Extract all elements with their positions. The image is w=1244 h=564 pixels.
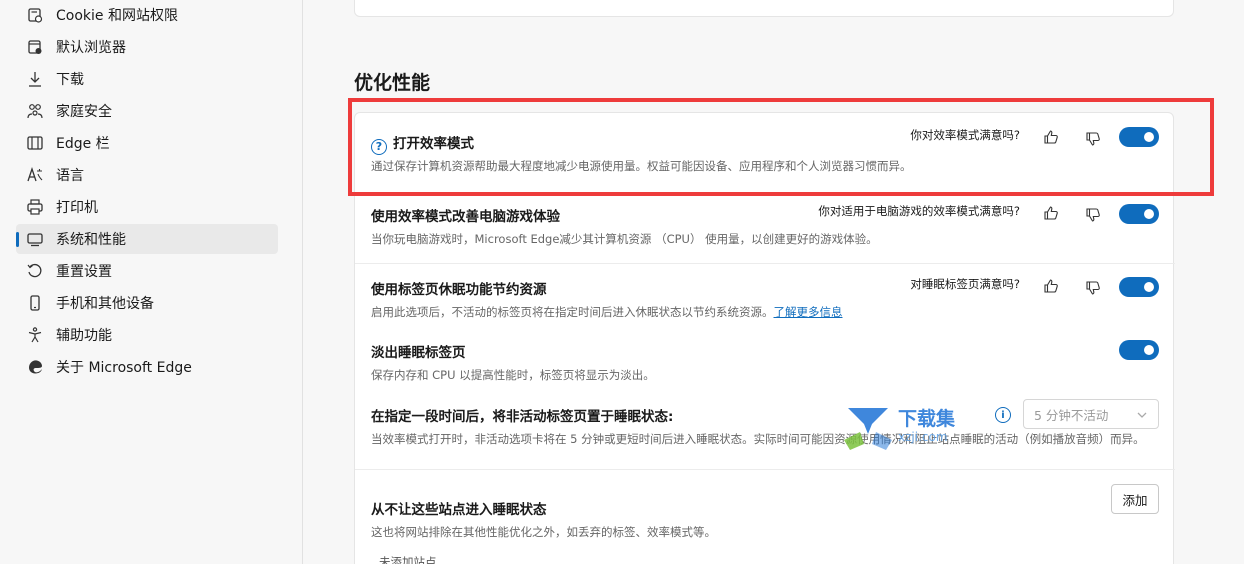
add-site-button[interactable]: 添加	[1111, 484, 1159, 514]
watermark: 下载集 xzji.com	[842, 404, 992, 452]
thumbs-down-icon[interactable]	[1085, 131, 1101, 147]
gaming-efficiency-toggle[interactable]	[1119, 204, 1159, 224]
sidebar-item-reset-settings[interactable]: 重置设置	[16, 256, 278, 286]
never-sleep-sites-title: 从不让这些站点进入睡眠状态	[371, 502, 547, 518]
language-icon	[26, 166, 44, 184]
section-title: 优化性能	[354, 72, 431, 94]
sleep-timeout-title: 在指定一段时间后，将非活动标签页置于睡眠状态:	[371, 409, 674, 425]
thumbs-down-icon[interactable]	[1085, 280, 1101, 296]
sleeping-tabs-toggle[interactable]	[1119, 277, 1159, 297]
previous-card-stub	[354, 0, 1174, 17]
sidebar-item-label: 下载	[56, 72, 84, 88]
cookie-site-permissions-icon	[26, 6, 44, 24]
gaming-feedback-question: 你对适用于电脑游戏的效率模式满意吗?	[818, 204, 1020, 218]
sidebar-item-label: 重置设置	[56, 264, 112, 280]
sidebar-item-label: 打印机	[56, 200, 98, 216]
sidebar-item-edge-bar[interactable]: Edge 栏	[16, 128, 278, 158]
gaming-efficiency-title: 使用效率模式改善电脑游戏体验	[371, 209, 560, 225]
accessibility-icon	[26, 326, 44, 344]
watermark-text: 下载集	[898, 408, 956, 430]
efficiency-mode-desc: 通过保存计算机资源帮助最大程度地减少电源使用量。权益可能因设备、应用程序和个人浏…	[371, 159, 912, 173]
sidebar-item-phone-devices[interactable]: 手机和其他设备	[16, 288, 278, 318]
never-sleep-sites-row: 从不让这些站点进入睡眠状态 这也将网站排除在其他性能优化之外，如丢弃的标签、效率…	[355, 469, 1175, 564]
fade-sleeping-tabs-title: 淡出睡眠标签页	[371, 345, 466, 361]
sidebar-item-label: 默认浏览器	[56, 40, 126, 56]
gaming-efficiency-row: 使用效率模式改善电脑游戏体验 当你玩电脑游戏时，Microsoft Edge减少…	[355, 197, 1175, 263]
edge-logo-icon	[26, 358, 44, 376]
fade-sleeping-tabs-toggle[interactable]	[1119, 340, 1159, 360]
gaming-efficiency-desc: 当你玩电脑游戏时，Microsoft Edge减少其计算机资源 （CPU） 使用…	[371, 232, 878, 246]
efficiency-mode-row: ? 打开效率模式 通过保存计算机资源帮助最大程度地减少电源使用量。权益可能因设备、…	[355, 113, 1175, 197]
efficiency-mode-title: ? 打开效率模式	[371, 132, 474, 155]
default-browser-icon	[26, 38, 44, 56]
sleeping-tabs-desc: 启用此选项后，不活动的标签页将在指定时间后进入休眠状态以节约系统资源。了解更多信…	[371, 305, 843, 319]
fade-sleeping-tabs-desc: 保存内存和 CPU 以提高性能时，标签页将显示为淡出。	[371, 368, 655, 382]
reset-icon	[26, 262, 44, 280]
no-sites-text: 未添加站点	[379, 555, 437, 564]
sidebar-item-system-performance[interactable]: 系统和性能	[16, 224, 278, 254]
sidebar-item-label: 关于 Microsoft Edge	[56, 360, 192, 376]
sidebar-item-label: Cookie 和网站权限	[56, 8, 178, 24]
sidebar-item-label: 语言	[56, 168, 84, 184]
sidebar-item-label: 系统和性能	[56, 232, 126, 248]
sidebar-item-accessibility[interactable]: 辅助功能	[16, 320, 278, 350]
info-icon[interactable]: i	[995, 407, 1011, 423]
watermark-sub: xzji.com	[898, 430, 948, 444]
learn-more-link[interactable]: 了解更多信息	[774, 305, 843, 319]
sleep-timeout-select[interactable]: 5 分钟不活动	[1023, 399, 1159, 429]
sleeping-tabs-title: 使用标签页休眠功能节约资源	[371, 282, 547, 298]
sleeping-tabs-row: 使用标签页休眠功能节约资源 启用此选项后，不活动的标签页将在指定时间后进入休眠状…	[355, 263, 1175, 331]
sidebar-item-label: 手机和其他设备	[56, 296, 154, 312]
sidebar-item-cookies[interactable]: Cookie 和网站权限	[16, 0, 278, 30]
chevron-down-icon	[1137, 412, 1147, 418]
sidebar-item-languages[interactable]: 语言	[16, 160, 278, 190]
efficiency-mode-toggle[interactable]	[1119, 127, 1159, 147]
sidebar-item-label: 家庭安全	[56, 104, 112, 120]
settings-sidebar: Cookie 和网站权限 默认浏览器 下载 家庭安全 Edge 栏 语言 打印机…	[0, 0, 303, 564]
sidebar-item-default-browser[interactable]: 默认浏览器	[16, 32, 278, 62]
sidebar-item-label: Edge 栏	[56, 136, 110, 152]
sidebar-item-printers[interactable]: 打印机	[16, 192, 278, 222]
sidebar-item-label: 辅助功能	[56, 328, 112, 344]
thumbs-up-icon[interactable]	[1043, 205, 1059, 221]
thumbs-up-icon[interactable]	[1043, 129, 1059, 145]
thumbs-down-icon[interactable]	[1085, 207, 1101, 223]
fade-sleeping-tabs-row: 淡出睡眠标签页 保存内存和 CPU 以提高性能时，标签页将显示为淡出。	[355, 331, 1175, 391]
efficiency-feedback-question: 你对效率模式满意吗?	[910, 128, 1020, 142]
phone-icon	[26, 294, 44, 312]
printer-icon	[26, 198, 44, 216]
sidebar-item-downloads[interactable]: 下载	[16, 64, 278, 94]
thumbs-up-icon[interactable]	[1043, 278, 1059, 294]
family-icon	[26, 102, 44, 120]
help-icon[interactable]: ?	[371, 138, 387, 155]
sleeping-tabs-feedback-question: 对睡眠标签页满意吗?	[910, 277, 1020, 291]
download-icon	[26, 70, 44, 88]
settings-main: 优化性能 ? 打开效率模式 通过保存计算机资源帮助最大程度地减少电源使用量。权益可…	[304, 0, 1244, 564]
never-sleep-sites-desc: 这也将网站排除在其他性能优化之外，如丢弃的标签、效率模式等。	[371, 525, 716, 539]
edge-bar-icon	[26, 134, 44, 152]
sleep-timeout-desc: 当效率模式打开时，非活动选项卡将在 5 分钟或更短时间后进入睡眠状态。实际时间可…	[371, 432, 1145, 446]
sidebar-item-family-safety[interactable]: 家庭安全	[16, 96, 278, 126]
performance-card: ? 打开效率模式 通过保存计算机资源帮助最大程度地减少电源使用量。权益可能因设备、…	[354, 112, 1175, 564]
system-icon	[26, 230, 44, 248]
sidebar-item-about-edge[interactable]: 关于 Microsoft Edge	[16, 352, 278, 382]
watermark-logo-icon	[844, 408, 892, 450]
